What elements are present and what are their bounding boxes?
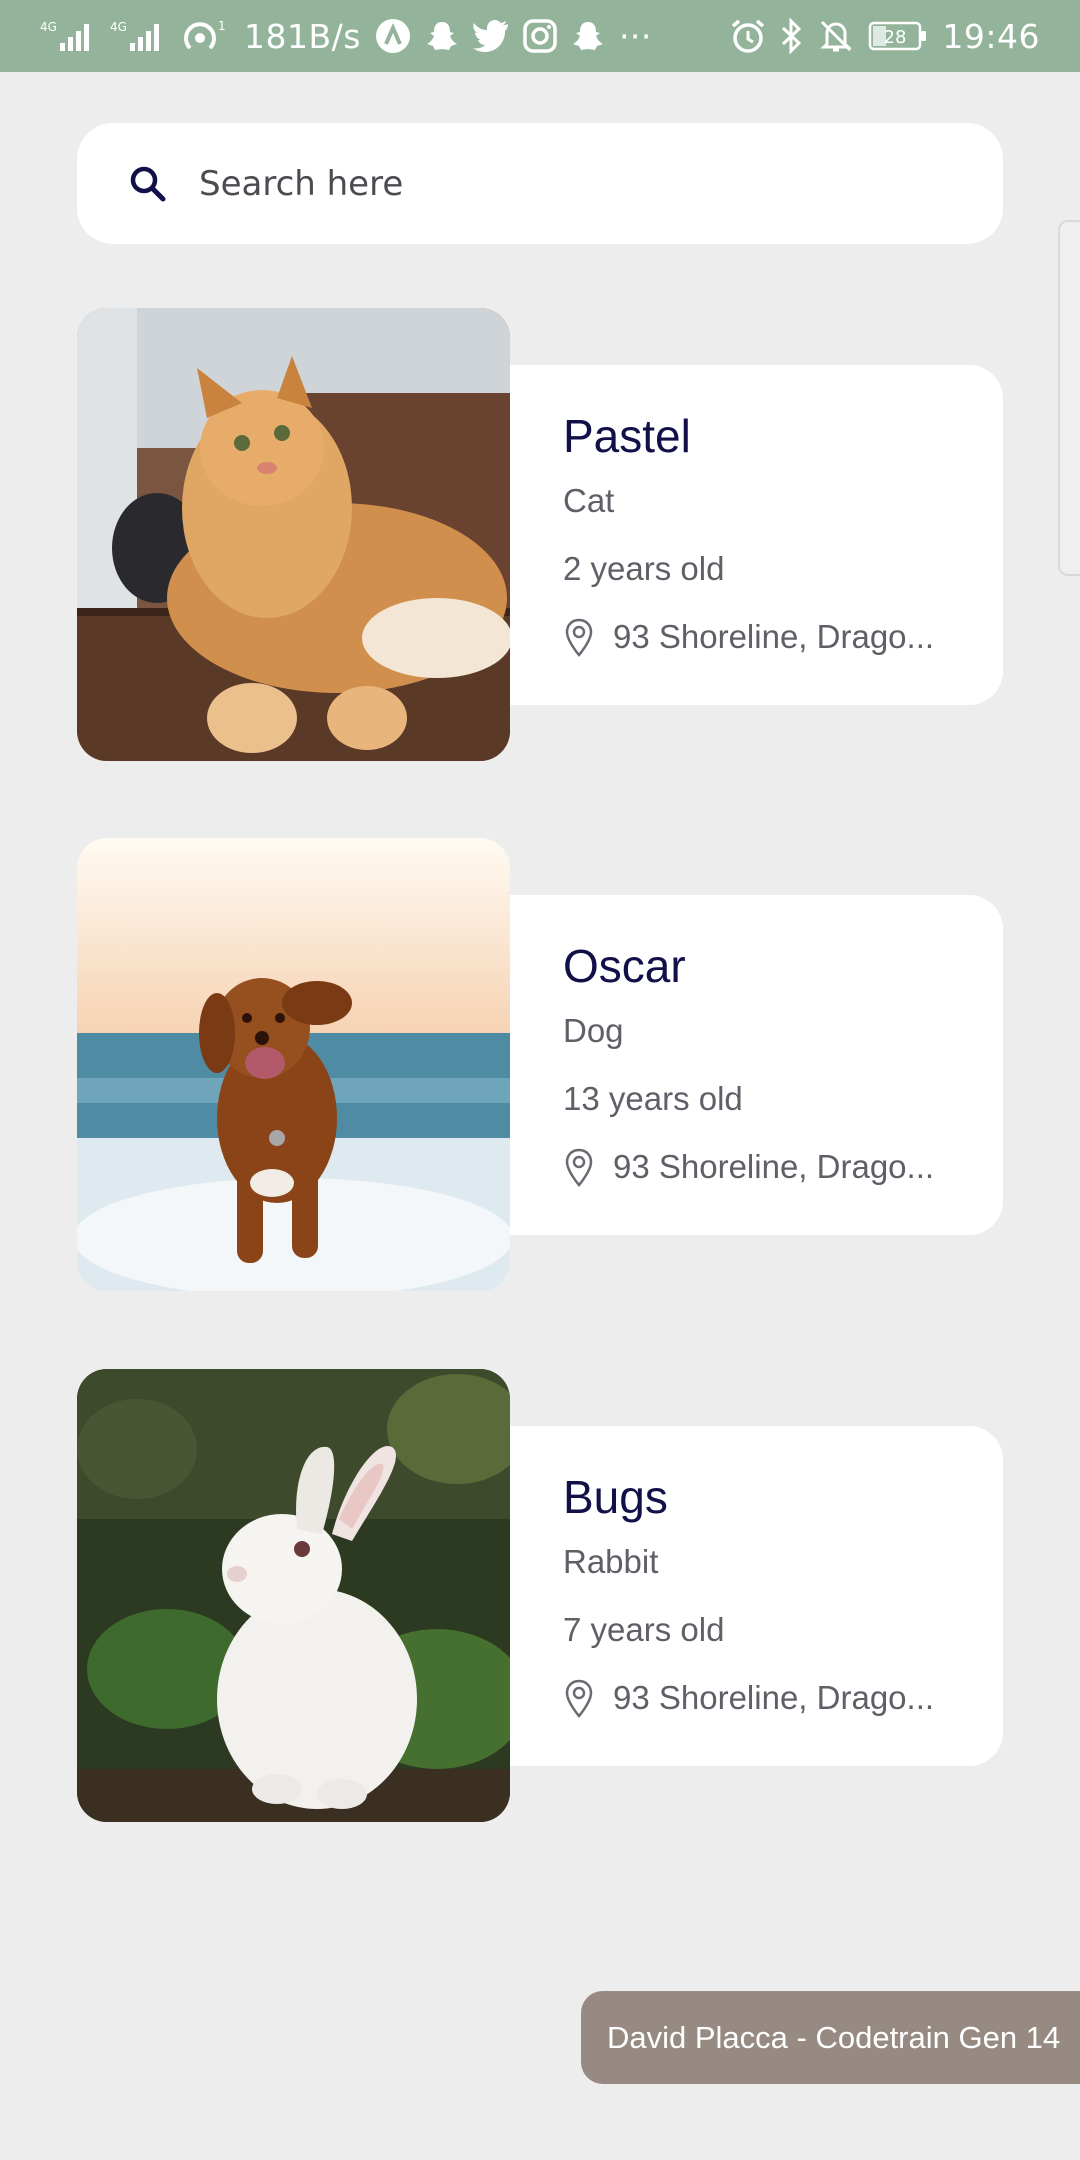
pet-list-item[interactable]: Oscar Dog 13 years old 93 Shoreline, Dra… [77,838,1003,1291]
status-right: 28 19:46 [730,17,1040,56]
scroll-handle[interactable] [1058,220,1080,576]
pet-location: 93 Shoreline, Drago... [613,1148,935,1185]
clock: 19:46 [942,16,1040,56]
search-bar[interactable] [77,123,1003,244]
pet-location-row: 93 Shoreline, Drago... [563,1147,1003,1187]
pet-location-row: 93 Shoreline, Drago... [563,1678,1003,1718]
credit-text: David Placca - Codetrain Gen 14 [607,2019,1061,2055]
svg-text:4G: 4G [110,20,127,34]
status-left: 4G 4G 1 181B/s ··· [40,17,652,56]
svg-text:1: 1 [218,19,226,33]
pet-photo-dog [77,838,510,1291]
search-input[interactable] [199,163,899,204]
signal-icon: 4G [40,19,96,53]
pet-photo-rabbit [77,1369,510,1822]
search-icon [130,166,166,201]
location-pin-icon [565,1148,593,1187]
pet-species: Dog [563,1012,624,1049]
alarm-icon [730,18,766,54]
pet-name: Bugs [563,1471,668,1523]
snapchat-icon-2 [571,19,605,53]
twitter-icon [472,20,509,52]
mute-icon [818,18,854,54]
svg-text:28: 28 [884,27,907,48]
pet-location-row: 93 Shoreline, Drago... [563,617,1003,657]
pet-photo-cat [77,308,510,761]
hotspot-icon: 1 [180,18,230,54]
pet-list-item[interactable]: Pastel Cat 2 years old 93 Shoreline, Dra… [77,308,1003,761]
location-pin-icon [565,1679,593,1718]
pet-location: 93 Shoreline, Drago... [613,1679,935,1716]
instagram-icon [523,19,557,53]
battery-icon: 28 [868,20,928,52]
pet-location: 93 Shoreline, Drago... [613,618,935,655]
credit-badge: David Placca - Codetrain Gen 14 [581,1991,1080,2084]
bluetooth-icon [780,18,804,54]
pet-name: Oscar [563,940,686,992]
location-pin-icon [565,618,593,657]
pet-age: 7 years old [563,1611,725,1648]
status-bar: 4G 4G 1 181B/s ··· 28 19:46 [0,0,1080,72]
app-icon [375,18,411,54]
network-speed: 181B/s [244,16,361,56]
pet-species: Cat [563,482,615,519]
pet-age: 13 years old [563,1080,743,1117]
more-notifications-icon: ··· [618,16,652,56]
signal-icon-2: 4G [110,19,166,53]
svg-text:4G: 4G [40,20,57,34]
pet-list-item[interactable]: Bugs Rabbit 7 years old 93 Shoreline, Dr… [77,1369,1003,1822]
pet-name: Pastel [563,410,691,462]
snapchat-icon [425,19,459,53]
pet-species: Rabbit [563,1543,659,1580]
pet-age: 2 years old [563,550,725,587]
